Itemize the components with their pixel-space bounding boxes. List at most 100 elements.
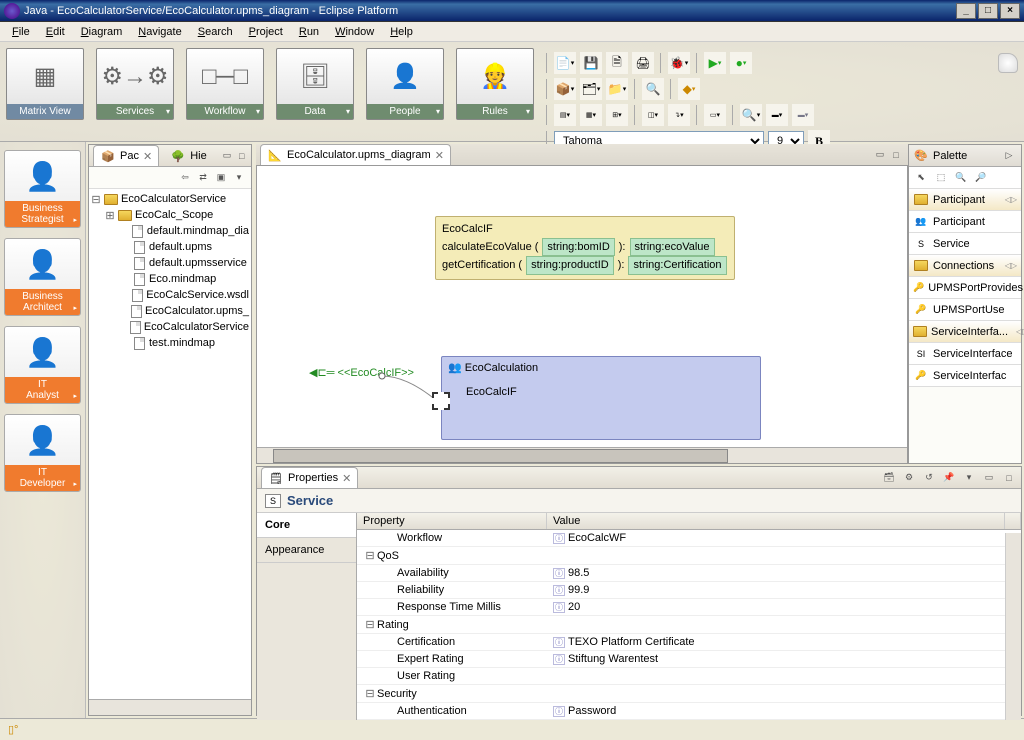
prop-minimize-button[interactable]: ▭ xyxy=(981,470,997,486)
prop-col-value[interactable]: Value xyxy=(547,513,1005,529)
zoom-in-tool[interactable]: 🔍 xyxy=(953,170,969,186)
prop-col-property[interactable]: Property xyxy=(357,513,547,529)
role-business-strategist[interactable]: 👤BusinessStrategist ▸ xyxy=(4,150,81,228)
save-button[interactable]: 💾 xyxy=(580,52,602,74)
role-business-architect[interactable]: 👤BusinessArchitect ▸ xyxy=(4,238,81,316)
diagram-canvas[interactable]: EcoCalcIF calculateEcoValue (string:bomI… xyxy=(256,166,908,464)
menu-help[interactable]: Help xyxy=(382,24,421,40)
menu-edit[interactable]: Edit xyxy=(38,24,73,40)
view-menu-button[interactable]: ▾ xyxy=(231,170,247,186)
palette-collapse-button[interactable]: ▷ xyxy=(1001,148,1017,164)
run-button[interactable]: ▶▾ xyxy=(704,52,726,74)
tree-file[interactable]: EcoCalculator.upms_ xyxy=(91,303,249,319)
palette-section-participant[interactable]: Participant◁▷ xyxy=(909,189,1021,211)
canvas-hscrollbar[interactable] xyxy=(257,447,907,463)
interface-card[interactable]: EcoCalcIF calculateEcoValue (string:bomI… xyxy=(435,216,735,280)
line-color-button[interactable]: ▬▾ xyxy=(792,104,814,126)
tree-file[interactable]: default.upms xyxy=(91,239,249,255)
package-tab[interactable]: 📦Pac ✕ xyxy=(93,145,159,166)
palette-section-serviceinterfa[interactable]: ServiceInterfa...◁▷ xyxy=(909,321,1021,343)
bigbtn-workflow[interactable]: □─□Workflow▾ xyxy=(186,48,264,120)
prop-view-menu-button[interactable]: ▾ xyxy=(961,470,977,486)
hide-button[interactable]: ◫▾ xyxy=(642,104,664,126)
palette-item-upmsportuse[interactable]: 🔑UPMSPortUse xyxy=(909,299,1021,321)
prop-row-certification[interactable]: CertificationⓘTEXO Platform Certificate xyxy=(357,634,1021,651)
prop-row-reliability[interactable]: Reliabilityⓘ99.9 xyxy=(357,582,1021,599)
bigbtn-people[interactable]: 👤People▾ xyxy=(366,48,444,120)
restore-button[interactable]: ↺ xyxy=(921,470,937,486)
menu-run[interactable]: Run xyxy=(291,24,327,40)
bigbtn-services[interactable]: ⚙→⚙Services▾ xyxy=(96,48,174,120)
router-button[interactable]: ↴▾ xyxy=(668,104,690,126)
close-button[interactable]: × xyxy=(1000,3,1020,19)
menu-diagram[interactable]: Diagram xyxy=(73,24,131,40)
minimize-button[interactable]: _ xyxy=(956,3,976,19)
zoom-button[interactable]: 🔍▾ xyxy=(740,104,762,126)
link-button[interactable]: ⇄ xyxy=(195,170,211,186)
debug-button[interactable]: 🐞▾ xyxy=(668,52,690,74)
editor-maximize-button[interactable]: □ xyxy=(888,147,904,163)
minimize-view-button[interactable]: ▭ xyxy=(222,148,233,164)
search-button[interactable]: 🔍 xyxy=(642,78,664,100)
zoom-out-tool[interactable]: 🔎 xyxy=(973,170,989,186)
role-it-analyst[interactable]: 👤ITAnalyst ▸ xyxy=(4,326,81,404)
new-package-button[interactable]: 📦▾ xyxy=(554,78,576,100)
prop-row-availability[interactable]: Availabilityⓘ98.5 xyxy=(357,565,1021,582)
print-button[interactable]: 🖨 xyxy=(632,52,654,74)
editor-minimize-button[interactable]: ▭ xyxy=(872,147,888,163)
show-advanced-button[interactable]: ⚙ xyxy=(901,470,917,486)
prop-row-qos[interactable]: ⊟QoS xyxy=(357,547,1021,565)
save-all-button[interactable]: 🗎 xyxy=(606,52,628,74)
collapse-button[interactable]: ▣ xyxy=(213,170,229,186)
menu-window[interactable]: Window xyxy=(327,24,382,40)
new-folder-button[interactable]: 📁▾ xyxy=(606,78,628,100)
maximize-button[interactable]: □ xyxy=(978,3,998,19)
pointer-tool[interactable]: ⬉ xyxy=(913,170,929,186)
menu-file[interactable]: File xyxy=(4,24,38,40)
properties-tab[interactable]: 🗒Properties ✕ xyxy=(261,467,358,488)
pin-button[interactable]: 📌 xyxy=(941,470,957,486)
role-it-developer[interactable]: 👤ITDeveloper ▸ xyxy=(4,414,81,492)
prop-row-rating[interactable]: ⊟Rating xyxy=(357,616,1021,634)
operation-getCertification[interactable]: getCertification (string:productID): str… xyxy=(442,256,728,275)
maximize-view-button[interactable]: □ xyxy=(236,148,247,164)
fill-color-button[interactable]: ▬▾ xyxy=(766,104,788,126)
bigbtn-matrix-view[interactable]: ▦Matrix View xyxy=(6,48,84,120)
select-button[interactable]: ▭▾ xyxy=(704,104,726,126)
port-box[interactable] xyxy=(432,392,450,410)
bookmark-button[interactable]: ◆▾ xyxy=(678,78,700,100)
palette-item-serviceinterface[interactable]: SIServiceInterface xyxy=(909,343,1021,365)
palette-item-upmsportprovides[interactable]: 🔑UPMSPortProvides xyxy=(909,277,1021,299)
palette-section-connections[interactable]: Connections◁▷ xyxy=(909,255,1021,277)
prop-row-workflow[interactable]: WorkflowⓘEcoCalcWF xyxy=(357,530,1021,547)
tree-file[interactable]: test.mindmap xyxy=(91,335,249,351)
prop-row-expert-rating[interactable]: Expert RatingⓘStiftung Warentest xyxy=(357,651,1021,668)
launch-icon[interactable]: ▯° xyxy=(8,723,18,736)
tree-file[interactable]: default.upmsservice xyxy=(91,255,249,271)
tree-file[interactable]: default.mindmap_dia xyxy=(91,223,249,239)
menu-search[interactable]: Search xyxy=(190,24,241,40)
hscrollbar[interactable] xyxy=(89,699,251,715)
new-class-button[interactable]: 🗂▾ xyxy=(580,78,602,100)
operation-calculateEcoValue[interactable]: calculateEcoValue (string:bomID): string… xyxy=(442,238,728,257)
hierarchy-tab[interactable]: 🌳Hie xyxy=(163,145,214,166)
prop-row-user-rating[interactable]: User Rating xyxy=(357,668,1021,685)
prop-row-response-time-millis[interactable]: Response Time Millisⓘ20 xyxy=(357,599,1021,616)
palette-item-participant[interactable]: 👥Participant xyxy=(909,211,1021,233)
align-center-button[interactable]: ▦▾ xyxy=(580,104,602,126)
prop-tab-appearance[interactable]: Appearance xyxy=(257,538,356,563)
menu-navigate[interactable]: Navigate xyxy=(130,24,189,40)
show-categories-button[interactable]: 🗃 xyxy=(881,470,897,486)
prop-row-security[interactable]: ⊟Security xyxy=(357,685,1021,703)
prop-maximize-button[interactable]: □ xyxy=(1001,470,1017,486)
tree-file[interactable]: Eco.mindmap xyxy=(91,271,249,287)
editor-tab[interactable]: 📐EcoCalculator.upms_diagram ✕ xyxy=(260,144,451,165)
marquee-tool[interactable]: ⬚ xyxy=(933,170,949,186)
arrange-button[interactable]: ⊞▾ xyxy=(606,104,628,126)
tree-file[interactable]: EcoCalcService.wsdl xyxy=(91,287,249,303)
prop-vscrollbar[interactable] xyxy=(1005,533,1021,720)
tree-project[interactable]: ⊟EcoCalculatorService xyxy=(91,191,249,207)
tree-scope[interactable]: ⊞EcoCalc_Scope xyxy=(91,207,249,223)
back-button[interactable]: ⇦ xyxy=(177,170,193,186)
perspective-button[interactable] xyxy=(998,53,1018,73)
